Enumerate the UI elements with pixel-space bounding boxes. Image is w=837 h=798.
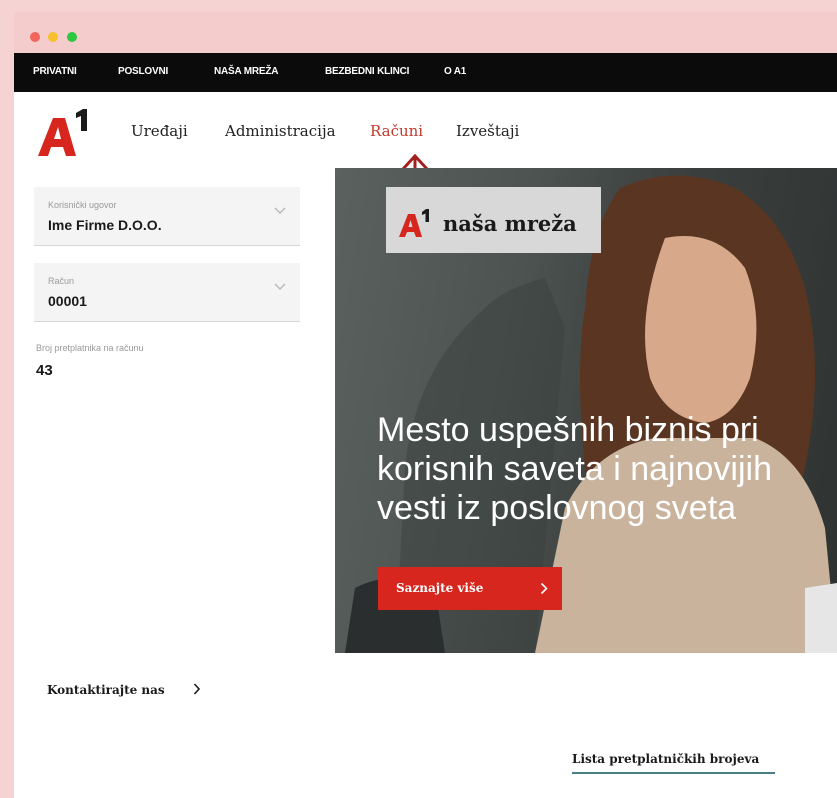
close-window-button[interactable] bbox=[30, 32, 40, 42]
subscribers-count-label: Broj pretplatnika na računu bbox=[36, 343, 144, 353]
learn-more-button[interactable]: Saznajte više bbox=[378, 567, 562, 610]
account-label: Račun bbox=[48, 276, 75, 286]
window-titlebar bbox=[14, 12, 837, 53]
learn-more-label: Saznajte više bbox=[396, 581, 484, 595]
topnav-privatni[interactable]: PRIVATNI bbox=[33, 66, 77, 77]
hero-headline: Mesto uspešnih biznis pri korisnih savet… bbox=[377, 411, 772, 527]
subscribers-count-value: 43 bbox=[36, 362, 53, 379]
nav-izvestaji[interactable]: Izveštaji bbox=[456, 122, 519, 140]
top-navigation: PRIVATNI POSLOVNI NAŠA MREŽA BEZBEDNI KL… bbox=[14, 53, 837, 92]
nav-administracija[interactable]: Administracija bbox=[225, 122, 336, 140]
chevron-down-icon bbox=[274, 283, 286, 290]
maximize-window-button[interactable] bbox=[67, 32, 77, 42]
a1-logo[interactable] bbox=[36, 109, 92, 159]
hero-banner: naša mreža Mesto uspešnih biznis pri kor… bbox=[335, 168, 837, 653]
topnav-nasa-mreza[interactable]: NAŠA MREŽA bbox=[214, 66, 278, 77]
chevron-right-icon bbox=[540, 582, 548, 595]
nav-racuni[interactable]: Računi bbox=[370, 122, 423, 140]
a1-logo-small bbox=[399, 209, 429, 237]
active-tab-underline bbox=[572, 772, 775, 774]
badge-text: naša mreža bbox=[443, 211, 577, 236]
contract-value: Ime Firme D.O.O. bbox=[48, 217, 162, 233]
account-value: 00001 bbox=[48, 293, 87, 309]
topnav-bezbedni-klinci[interactable]: BEZBEDNI KLINCI bbox=[325, 66, 409, 77]
minimize-window-button[interactable] bbox=[48, 32, 58, 42]
nasa-mreza-badge: naša mreža bbox=[386, 187, 601, 253]
contact-us-link[interactable]: Kontaktirajte nas bbox=[47, 683, 165, 697]
subscriber-list-tab[interactable]: Lista pretplatničkih brojeva bbox=[572, 752, 759, 766]
browser-window: PRIVATNI POSLOVNI NAŠA MREŽA BEZBEDNI KL… bbox=[14, 12, 837, 798]
topnav-o-a1[interactable]: O A1 bbox=[444, 66, 466, 77]
contract-select[interactable]: Korisnički ugovor Ime Firme D.O.O. bbox=[34, 187, 300, 246]
account-select[interactable]: Račun 00001 bbox=[34, 263, 300, 322]
chevron-right-icon[interactable] bbox=[193, 683, 201, 695]
topnav-poslovni[interactable]: POSLOVNI bbox=[118, 66, 168, 77]
nav-uredjaji[interactable]: Uređaji bbox=[131, 122, 188, 140]
contract-label: Korisnički ugovor bbox=[48, 200, 117, 210]
chevron-down-icon bbox=[274, 207, 286, 214]
